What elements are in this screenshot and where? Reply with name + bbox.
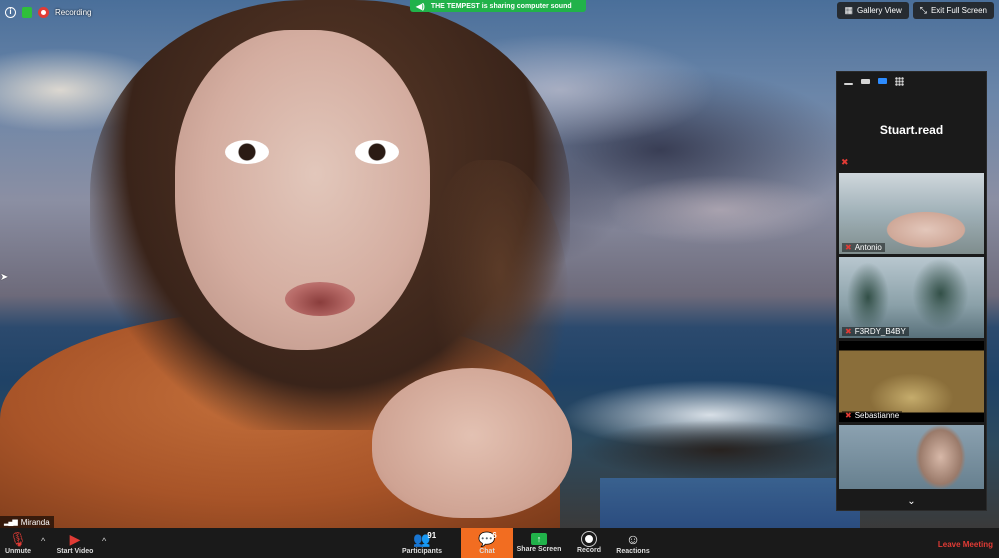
start-video-label: Start Video	[56, 548, 94, 555]
meeting-status: i Recording	[5, 5, 91, 19]
minimize-icon[interactable]	[844, 82, 853, 85]
active-speaker-tile[interactable]: Stuart.read ✖	[837, 90, 986, 170]
chevron-down-icon[interactable]: ⌄	[837, 492, 986, 510]
exit-full-screen-label: Exit Full Screen	[930, 6, 987, 15]
record-icon	[582, 532, 596, 546]
participant-tile[interactable]	[839, 425, 984, 489]
panel-toolbar	[837, 72, 986, 90]
mic-muted-icon: ✖	[845, 327, 852, 336]
chat-icon: 💬 6	[478, 531, 497, 547]
chat-count: 6	[492, 531, 497, 540]
grid-icon: ▦	[844, 5, 853, 15]
meeting-toolbar: 🎙 Unmute ^ ▶ Start Video ^ 👥 91 Participa…	[0, 528, 999, 558]
record-label: Record	[576, 547, 602, 554]
mic-muted-icon: ✖	[845, 411, 852, 420]
mic-muted-icon: ✖	[841, 157, 849, 167]
signal-icon: ▂▄▆	[4, 519, 18, 526]
start-video-button[interactable]: ▶ Start Video	[55, 528, 95, 558]
leave-meeting-button[interactable]: Leave Meeting	[938, 540, 993, 549]
mic-muted-icon: 🎙	[9, 531, 27, 547]
video-options-caret[interactable]: ^	[102, 536, 106, 546]
strip-view-icon[interactable]	[878, 78, 887, 84]
reactions-label: Reactions	[616, 548, 650, 555]
participant-eye-right	[355, 140, 399, 164]
lock-icon[interactable]	[22, 6, 32, 18]
info-icon[interactable]: i	[5, 6, 16, 18]
reactions-button[interactable]: ☺ Reactions	[614, 528, 652, 558]
record-button[interactable]: Record	[574, 528, 604, 558]
shore-debris	[600, 478, 860, 528]
participant-name: Antonio	[854, 243, 882, 252]
participant-name-tag: ✖ Sebastianne	[842, 411, 903, 420]
shore-rocks	[580, 420, 860, 480]
participants-count: 91	[427, 531, 437, 540]
participant-pointing-hand	[372, 368, 572, 518]
share-screen-button[interactable]: ↑ Share Screen	[515, 528, 563, 558]
participants-strip: Stuart.read ✖ ✖ Antonio ✖ F3RDY_B4BY ✖ S…	[836, 71, 987, 511]
speaker-icon: ◀)	[416, 1, 425, 11]
active-speaker-name: Stuart.read	[879, 123, 944, 137]
record-dot-icon	[38, 6, 49, 18]
speaker-view-icon[interactable]	[861, 78, 870, 84]
gallery-view-label: Gallery View	[857, 6, 902, 15]
share-screen-label: Share Screen	[516, 546, 562, 553]
participant-name: Sebastianne	[854, 411, 900, 420]
sound-share-banner[interactable]: ◀) THE TEMPEST is sharing computer sound	[410, 0, 586, 12]
participant-name-tag: ✖ F3RDY_B4BY	[842, 327, 909, 336]
recording-label: Recording	[55, 7, 92, 17]
reactions-icon: ☺	[625, 531, 641, 547]
audio-options-caret[interactable]: ^	[41, 536, 45, 546]
share-screen-icon: ↑	[531, 533, 547, 545]
self-name: Miranda	[20, 517, 50, 527]
participants-icon: 👥 91	[413, 531, 436, 547]
participant-name: F3RDY_B4BY	[854, 327, 906, 336]
participants-button[interactable]: 👥 91 Participants	[401, 528, 443, 558]
participant-tile[interactable]: ✖ Sebastianne	[839, 341, 984, 422]
gallery-grid-icon[interactable]	[895, 76, 904, 86]
participant-tile[interactable]: ✖ Antonio	[839, 173, 984, 254]
video-off-icon: ▶	[69, 531, 81, 547]
view-controls: ▦ Gallery View ⤡ Exit Full Screen	[837, 2, 994, 19]
unmute-button[interactable]: 🎙 Unmute	[3, 528, 33, 558]
chat-label: Chat	[479, 548, 495, 555]
gallery-view-button[interactable]: ▦ Gallery View	[837, 2, 909, 19]
participant-eye-left	[225, 140, 269, 164]
participant-mouth	[285, 282, 355, 316]
participant-tile[interactable]: ✖ F3RDY_B4BY	[839, 257, 984, 338]
exit-full-screen-button[interactable]: ⤡ Exit Full Screen	[912, 2, 994, 19]
mic-muted-icon: ✖	[845, 243, 852, 252]
exit-fullscreen-icon: ⤡	[919, 5, 927, 15]
mouse-cursor-icon: ➤	[0, 272, 9, 283]
participant-name-tag: ✖ Antonio	[842, 243, 885, 252]
unmute-label: Unmute	[4, 548, 32, 555]
chat-button[interactable]: 💬 6 Chat	[461, 528, 513, 558]
self-name-tag: ▂▄▆ Miranda	[0, 516, 54, 528]
sound-banner-text: THE TEMPEST is sharing computer sound	[430, 2, 572, 10]
participants-label: Participants	[401, 548, 443, 555]
